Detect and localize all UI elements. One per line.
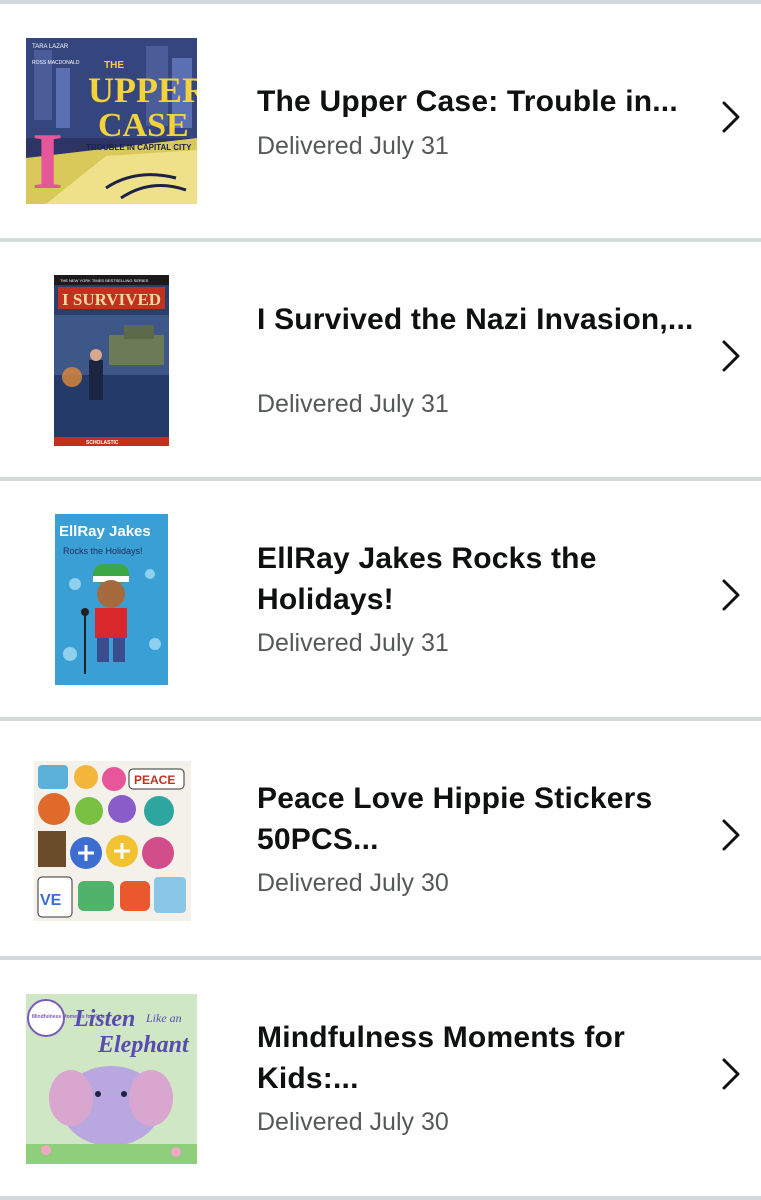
product-image[interactable]: THE NEW YORK TIMES BESTSELLING SERIES I …: [54, 275, 169, 446]
cover-line-2: Rocks the Holidays!: [63, 546, 143, 556]
sticker-peace: PEACE: [134, 773, 175, 787]
cover-line-1: Listen: [73, 1006, 135, 1032]
cover-author: TARA LAZAR: [32, 44, 69, 50]
cover-banner: THE NEW YORK TIMES BESTSELLING SERIES: [60, 278, 149, 283]
product-image[interactable]: TARA LAZAR ROSS MACDONALD THE UPPER CASE…: [26, 38, 197, 204]
cover-line-2: UPPER: [88, 70, 197, 110]
divider: [0, 1196, 761, 1200]
product-image[interactable]: Mindfulness Moments for Kids Listen Like…: [26, 994, 197, 1164]
chevron-right-icon[interactable]: [718, 578, 744, 612]
order-title[interactable]: The Upper Case: Trouble in...: [257, 81, 697, 122]
order-title[interactable]: Mindfulness Moments for Kids:...: [257, 1017, 697, 1099]
cover-line-1: EllRay Jakes: [59, 523, 151, 540]
order-item-mindfulness[interactable]: Mindfulness Moments for Kids Listen Like…: [0, 960, 761, 1196]
delivery-status: Delivered July 30: [257, 869, 449, 897]
order-title[interactable]: Peace Love Hippie Stickers 50PCS...: [257, 778, 697, 860]
cover-line-2: Like an: [145, 1011, 182, 1025]
product-image[interactable]: EllRay Jakes Rocks the Holidays!: [55, 514, 168, 685]
order-item-ellray-jakes[interactable]: EllRay Jakes Rocks the Holidays! EllRay …: [0, 481, 761, 717]
cover-series: I SURVIVED: [62, 290, 161, 309]
chevron-right-icon[interactable]: [718, 339, 744, 373]
delivery-status: Delivered July 31: [257, 390, 449, 418]
cover-illustrator: ROSS MACDONALD: [32, 60, 80, 66]
order-title[interactable]: I Survived the Nazi Invasion,...: [257, 299, 697, 340]
delivery-status: Delivered July 31: [257, 132, 449, 160]
order-item-i-survived[interactable]: THE NEW YORK TIMES BESTSELLING SERIES I …: [0, 242, 761, 478]
cover-letter: I: [32, 118, 63, 204]
chevron-right-icon[interactable]: [718, 100, 744, 134]
order-item-hippie-stickers[interactable]: PEACE VE Peace Love Hippie Stickers 50PC…: [0, 721, 761, 957]
chevron-right-icon[interactable]: [718, 1057, 744, 1091]
delivery-status: Delivered July 30: [257, 1108, 449, 1136]
sticker-ve: VE: [40, 892, 62, 909]
delivery-status: Delivered July 31: [257, 629, 449, 657]
order-title[interactable]: EllRay Jakes Rocks the Holidays!: [257, 538, 697, 620]
cover-subtitle: TROUBLE IN CAPITAL CITY: [86, 143, 192, 152]
order-item-upper-case[interactable]: TARA LAZAR ROSS MACDONALD THE UPPER CASE…: [0, 4, 761, 240]
chevron-right-icon[interactable]: [718, 818, 744, 852]
cover-line-3: Elephant: [97, 1032, 190, 1058]
cover-publisher: SCHOLASTIC: [86, 440, 119, 446]
product-image[interactable]: PEACE VE: [34, 761, 191, 921]
cover-line-3: CASE: [98, 107, 189, 144]
